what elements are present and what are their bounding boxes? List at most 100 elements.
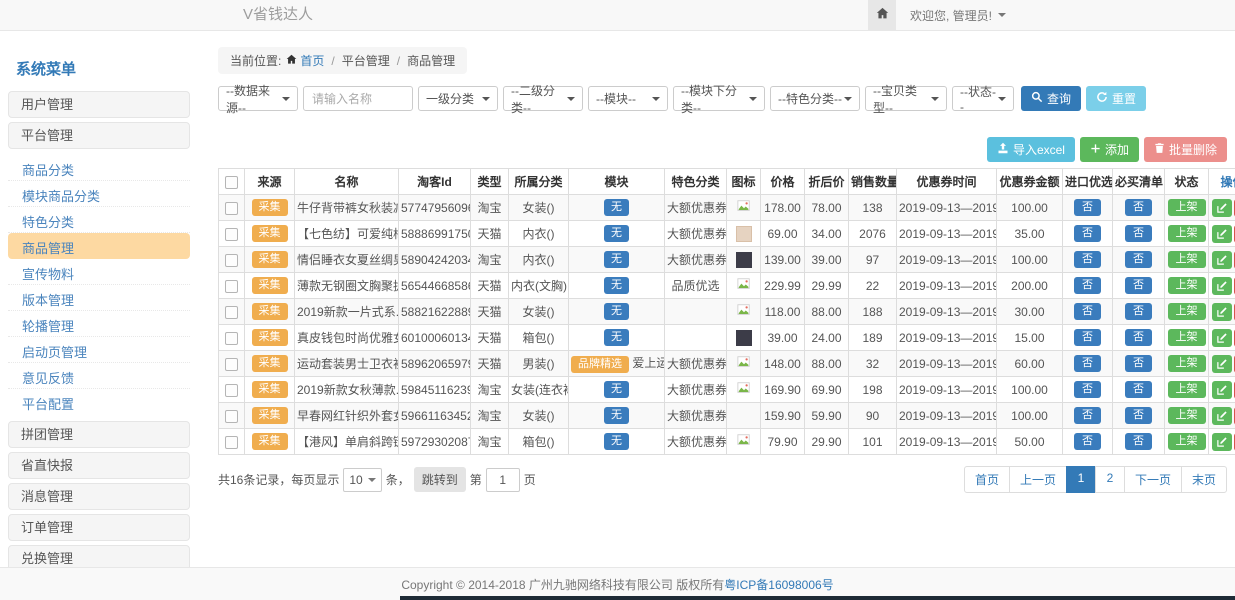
sidebar-item-goods-category[interactable]: 商品分类 [8, 155, 190, 181]
status-button[interactable]: 上架 [1168, 303, 1206, 320]
status-button[interactable]: 上架 [1168, 381, 1206, 398]
must-buy-flag-button[interactable]: 否 [1125, 355, 1152, 372]
row-checkbox[interactable] [225, 280, 238, 293]
status-button[interactable]: 上架 [1168, 225, 1206, 242]
edit-button[interactable] [1212, 381, 1232, 399]
sidebar-item-saving-bulletin[interactable]: 省直快报 [8, 452, 190, 479]
import-flag-button[interactable]: 否 [1074, 303, 1101, 320]
filter-select-level1-category[interactable]: 一级分类 [418, 86, 498, 111]
row-checkbox[interactable] [225, 254, 238, 267]
filter-select-module-subcategory[interactable]: --模块下分类-- [673, 86, 765, 111]
reset-button[interactable]: 重置 [1086, 86, 1146, 111]
cell-coupon-amount: 50.00 [997, 429, 1063, 455]
sidebar-item-module-goods-category[interactable]: 模块商品分类 [8, 181, 190, 207]
pagination-next-page[interactable]: 下一页 [1124, 466, 1182, 493]
status-button[interactable]: 上架 [1168, 329, 1206, 346]
sidebar-item-carousel-management[interactable]: 轮播管理 [8, 311, 190, 337]
must-buy-flag-button[interactable]: 否 [1125, 329, 1152, 346]
status-button[interactable]: 上架 [1168, 407, 1206, 424]
row-checkbox[interactable] [225, 306, 238, 319]
sidebar-item-feature-category[interactable]: 特色分类 [8, 207, 190, 233]
sidebar-item-goods-management[interactable]: 商品管理 [8, 233, 190, 259]
breadcrumb-item-platform[interactable]: 平台管理 [342, 52, 390, 69]
pagination-page-1[interactable]: 1 [1066, 466, 1096, 493]
filter-select-status[interactable]: --状态-- [952, 86, 1014, 111]
must-buy-flag-button[interactable]: 否 [1125, 407, 1152, 424]
filter-input-name-search[interactable] [303, 86, 413, 111]
import-flag-button[interactable]: 否 [1074, 433, 1101, 450]
must-buy-flag-button[interactable]: 否 [1125, 303, 1152, 320]
select-all-checkbox[interactable] [225, 176, 238, 189]
row-checkbox[interactable] [225, 332, 238, 345]
status-button[interactable]: 上架 [1168, 355, 1206, 372]
icp-link[interactable]: 粤ICP备16098006号 [724, 576, 833, 593]
must-buy-flag-button[interactable]: 否 [1125, 251, 1152, 268]
import-flag-button[interactable]: 否 [1074, 251, 1101, 268]
edit-button[interactable] [1212, 407, 1232, 425]
edit-button[interactable] [1212, 329, 1232, 347]
breadcrumb-home-link[interactable]: 首页 [286, 52, 324, 69]
edit-button[interactable] [1212, 433, 1232, 451]
row-checkbox[interactable] [225, 410, 238, 423]
sidebar-item-version-management[interactable]: 版本管理 [8, 285, 190, 311]
row-checkbox[interactable] [225, 436, 238, 449]
filter-select-feature-category[interactable]: --特色分类-- [770, 86, 860, 111]
batch-delete-button[interactable]: 批量删除 [1144, 137, 1227, 162]
import-flag-button[interactable]: 否 [1074, 407, 1101, 424]
row-checkbox[interactable] [225, 228, 238, 241]
import-flag-button[interactable]: 否 [1074, 381, 1101, 398]
import-flag-button[interactable]: 否 [1074, 225, 1101, 242]
per-page-select[interactable]: 10 [343, 468, 381, 492]
search-button[interactable]: 查询 [1021, 86, 1081, 111]
sidebar-item-order-management[interactable]: 订单管理 [8, 514, 190, 541]
sidebar-item-platform-config[interactable]: 平台配置 [8, 389, 190, 415]
edit-button[interactable] [1212, 251, 1232, 269]
sidebar-item-splash-page-management[interactable]: 启动页管理 [8, 337, 190, 363]
filter-select-level2-category[interactable]: --二级分类-- [503, 86, 583, 111]
sidebar-item-feedback[interactable]: 意见反馈 [8, 363, 190, 389]
must-buy-flag-button[interactable]: 否 [1125, 199, 1152, 216]
edit-button[interactable] [1212, 277, 1232, 295]
breadcrumb-item-goods[interactable]: 商品管理 [407, 52, 455, 69]
cell-discount-price: 29.90 [805, 429, 849, 455]
must-buy-flag-button[interactable]: 否 [1125, 277, 1152, 294]
row-checkbox[interactable] [225, 358, 238, 371]
row-checkbox[interactable] [225, 384, 238, 397]
filter-select-data-source[interactable]: --数据来源-- [218, 86, 298, 111]
pagination-last-page[interactable]: 末页 [1181, 466, 1227, 493]
column-header-3: 淘客Id [399, 169, 471, 195]
status-button[interactable]: 上架 [1168, 277, 1206, 294]
edit-button[interactable] [1212, 303, 1232, 321]
import-flag-button[interactable]: 否 [1074, 277, 1101, 294]
pagination-prev-page[interactable]: 上一页 [1009, 466, 1067, 493]
status-button[interactable]: 上架 [1168, 199, 1206, 216]
import-flag-button[interactable]: 否 [1074, 199, 1101, 216]
import-flag-button[interactable]: 否 [1074, 355, 1101, 372]
edit-button[interactable] [1212, 355, 1232, 373]
sidebar-item-platform-management[interactable]: 平台管理 [8, 122, 190, 149]
import-flag-button[interactable]: 否 [1074, 329, 1101, 346]
must-buy-flag-button[interactable]: 否 [1125, 225, 1152, 242]
pagination-page-2[interactable]: 2 [1095, 466, 1125, 493]
pagination-first-page[interactable]: 首页 [964, 466, 1010, 493]
import-excel-button[interactable]: 导入excel [987, 137, 1075, 162]
home-button[interactable] [868, 0, 896, 30]
filter-select-module[interactable]: --模块-- [588, 86, 668, 111]
add-button[interactable]: 添加 [1080, 137, 1139, 162]
column-header-13: 优惠券金额 [997, 169, 1063, 195]
row-checkbox[interactable] [225, 202, 238, 215]
user-menu[interactable]: 欢迎您, 管理员! [896, 0, 1020, 30]
edit-button[interactable] [1212, 199, 1232, 217]
sidebar-item-user-management[interactable]: 用户管理 [8, 91, 190, 118]
must-buy-flag-button[interactable]: 否 [1125, 381, 1152, 398]
must-buy-flag-button[interactable]: 否 [1125, 433, 1152, 450]
edit-button[interactable] [1212, 225, 1232, 243]
page-number-input[interactable] [486, 468, 520, 492]
jump-button[interactable]: 跳转到 [414, 467, 466, 492]
filter-select-item-type[interactable]: --宝贝类型-- [865, 86, 947, 111]
sidebar-item-promo-materials[interactable]: 宣传物料 [8, 259, 190, 285]
sidebar-item-message-management[interactable]: 消息管理 [8, 483, 190, 510]
sidebar-item-group-buy-management[interactable]: 拼团管理 [8, 421, 190, 448]
status-button[interactable]: 上架 [1168, 251, 1206, 268]
status-button[interactable]: 上架 [1168, 433, 1206, 450]
